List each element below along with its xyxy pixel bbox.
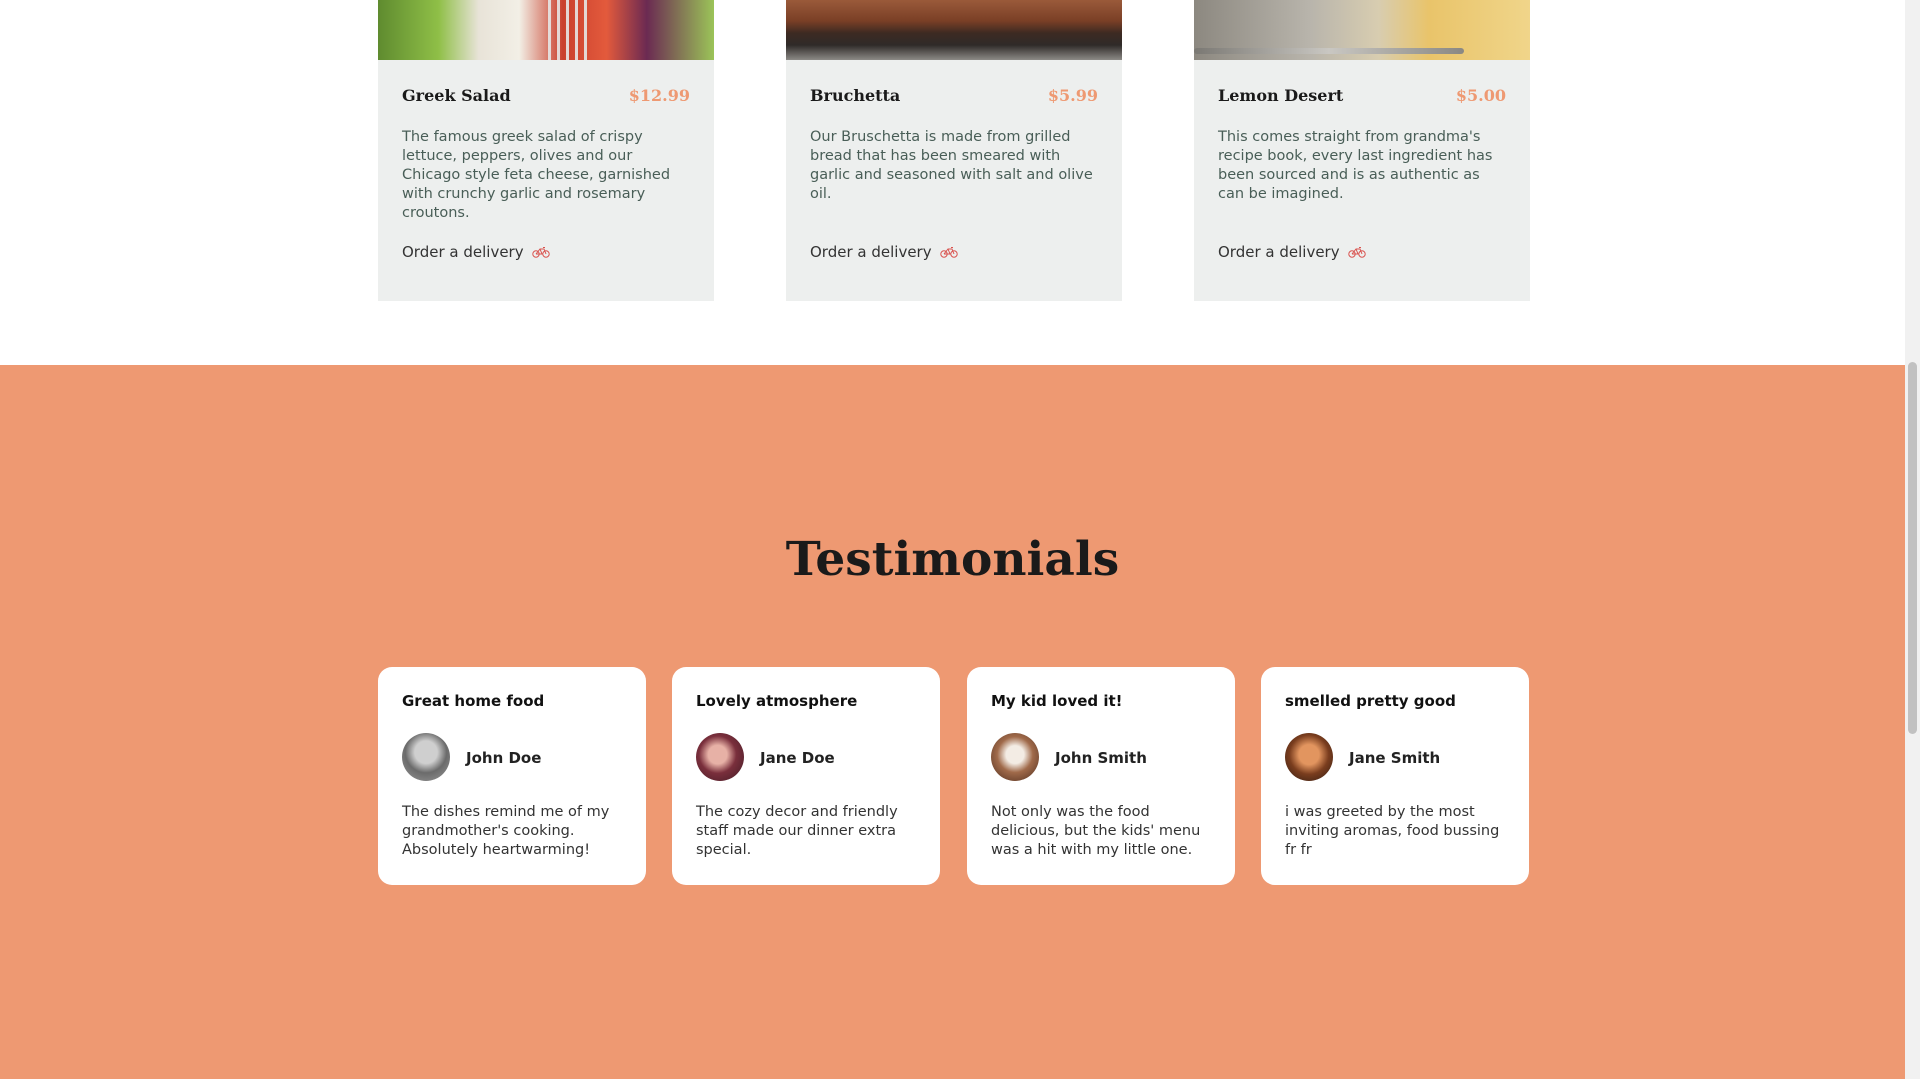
dish-card-lemon-desert: Lemon Desert $5.00 This comes straight f… [1194,0,1530,301]
dish-price: $5.00 [1455,86,1506,105]
avatar [1285,733,1333,781]
bike-icon [939,247,958,258]
testimonial-text: The dishes remind me of my grandmother's… [402,804,610,858]
dish-description: This comes straight from grandma's recip… [1218,129,1493,202]
testimonial-title: My kid loved it! [991,692,1123,710]
order-delivery-label: Order a delivery [810,243,932,261]
lemon-desert-image [1194,0,1530,60]
dish-title: Greek Salad [402,86,511,105]
bruchetta-image [786,0,1122,60]
dish-title: Bruchetta [810,86,901,105]
bike-icon [1347,247,1366,258]
testimonial-text: The cozy decor and friendly staff made o… [696,804,898,858]
testimonial-text: Not only was the food delicious, but the… [991,804,1201,858]
dish-price: $5.99 [1047,86,1098,105]
testimonial-card: My kid loved it! John Smith Not only was… [967,667,1235,885]
bike-icon [531,247,550,258]
dish-description: Our Bruschetta is made from grilled brea… [810,129,1093,202]
testimonial-card: Great home food John Doe The dishes remi… [378,667,646,885]
testimonial-title: smelled pretty good [1285,692,1456,710]
testimonial-title: Lovely atmosphere [696,692,858,710]
scrollbar-thumb[interactable] [1908,362,1917,734]
order-delivery-link[interactable]: Order a delivery [1218,243,1366,261]
dish-card-greek-salad: Greek Salad $12.99 The famous greek sala… [378,0,714,301]
specials-section: Greek Salad $12.99 The famous greek sala… [0,0,1905,365]
dish-card-bruchetta: Bruchetta $5.99 Our Bruschetta is made f… [786,0,1122,301]
page: Greek Salad $12.99 The famous greek sala… [0,0,1905,1079]
dish-price: $12.99 [628,86,690,105]
order-delivery-link[interactable]: Order a delivery [810,243,958,261]
reviewer-name: John Doe [466,749,542,767]
reviewer-name: Jane Smith [1349,749,1441,767]
testimonial-title: Great home food [402,692,545,710]
testimonials-section: Testimonials Great home food John Doe Th… [0,365,1905,1079]
testimonial-card: Lovely atmosphere Jane Doe The cozy deco… [672,667,940,885]
order-delivery-label: Order a delivery [402,243,524,261]
dish-title: Lemon Desert [1218,86,1344,105]
avatar [991,733,1039,781]
reviewer-name: Jane Doe [760,749,835,767]
testimonial-text: i was greeted by the most inviting aroma… [1285,804,1500,858]
order-delivery-link[interactable]: Order a delivery [402,243,550,261]
greek-salad-image [378,0,714,60]
testimonial-card: smelled pretty good Jane Smith i was gre… [1261,667,1529,885]
order-delivery-label: Order a delivery [1218,243,1340,261]
reviewer-name: John Smith [1055,749,1147,767]
vertical-scrollbar[interactable] [1905,0,1920,1079]
dish-description: The famous greek salad of crispy lettuce… [402,129,671,221]
avatar [696,733,744,781]
testimonials-heading: Testimonials [785,532,1120,587]
avatar [402,733,450,781]
